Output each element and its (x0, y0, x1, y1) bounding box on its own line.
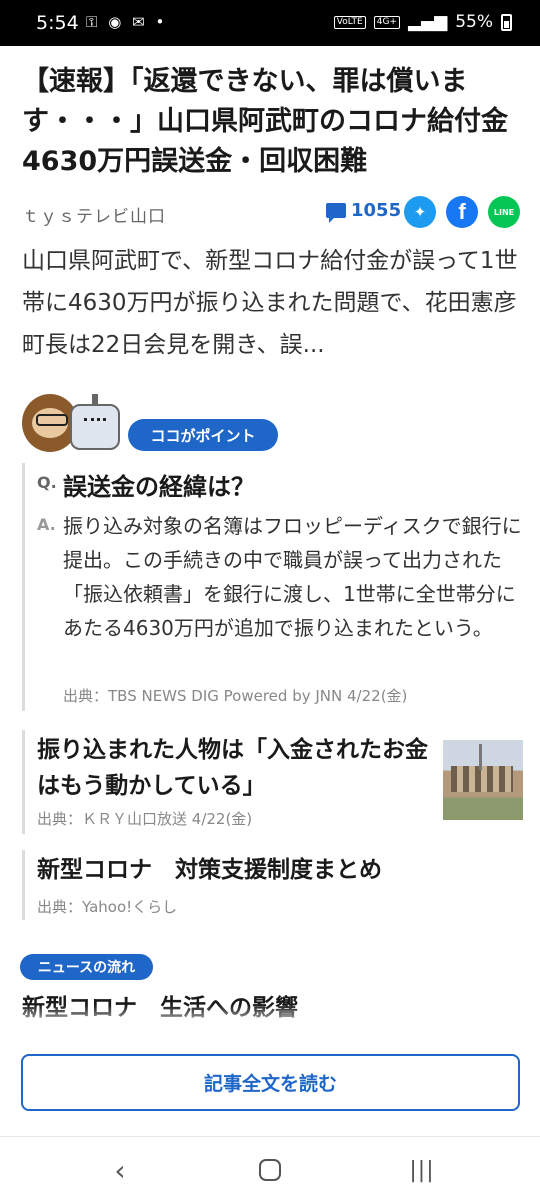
network-type: 4G+ (373, 15, 400, 29)
point-answer: 振り込み対象の名簿はフロッピーディスクで銀行に提出。この手続きの中で職員が誤って… (63, 514, 522, 640)
facebook-icon: f (458, 199, 466, 224)
volte-indicator: VoLTE (333, 15, 366, 29)
notification-icons: ⚿ ◉ ✉ • (86, 13, 167, 31)
article-meta: ｔｙｓテレビ山口 1055 ✦ f LINE (22, 196, 522, 228)
facebook-share-button[interactable]: f (446, 196, 478, 228)
status-time: 5:54 (36, 12, 79, 34)
related-source: 出典：Yahoo!くらし (37, 898, 178, 916)
related-title: 振り込まれた人物は「入金されたお金はもう動かしている」 (37, 737, 428, 799)
related-article-2[interactable]: 新型コロナ 対策支援制度まとめ 出典：Yahoo!くらし (22, 850, 522, 920)
point-source: 出典：TBS NEWS DIG Powered by JNN 4/22(金) (63, 687, 408, 705)
chrome-icon: ◉ (108, 13, 125, 31)
mascot-illustration (22, 390, 122, 456)
system-nav-bar: ‹ ||| (0, 1136, 540, 1200)
back-button[interactable]: ‹ (100, 1153, 140, 1187)
signal-icon: ▂▄▆ (407, 12, 448, 32)
home-button[interactable] (250, 1155, 290, 1185)
point-badge: ココがポイント (128, 419, 278, 451)
related-thumbnail (443, 740, 523, 820)
point-question: 誤送金の経緯は？ (63, 473, 255, 501)
comment-count: 1055 (351, 200, 402, 221)
vpn-key-icon: ⚿ (86, 13, 101, 31)
related-title: 新型コロナ 対策支援制度まとめ (37, 857, 382, 883)
robot-mascot-icon (70, 394, 120, 450)
dot-icon: • (155, 13, 168, 31)
recent-apps-icon: ||| (409, 1157, 435, 1183)
article-source[interactable]: ｔｙｓテレビ山口 (22, 202, 166, 227)
news-flow-badge: ニュースの流れ (20, 954, 153, 980)
content-fade (0, 1005, 540, 1031)
recent-apps-button[interactable]: ||| (402, 1155, 442, 1185)
related-article-1[interactable]: 振り込まれた人物は「入金されたお金はもう動かしている」 出典：ＫＲＹ山口放送 4… (22, 730, 523, 834)
back-icon: ‹ (114, 1153, 126, 1187)
line-share-button[interactable]: LINE (488, 196, 520, 228)
comment-button[interactable]: 1055 (326, 200, 402, 223)
question-mark-label: Q. (37, 473, 57, 492)
point-qa-block[interactable]: Q. 誤送金の経緯は？ A. 振り込み対象の名簿はフロッピーディスクで銀行に提出… (22, 463, 522, 711)
read-full-article-button[interactable]: 記事全文を読む (21, 1054, 520, 1111)
battery-icon (501, 13, 512, 31)
home-icon (259, 1159, 281, 1181)
comment-icon (326, 203, 346, 223)
mail-icon: ✉ (132, 13, 148, 31)
twitter-share-button[interactable]: ✦ (404, 196, 436, 228)
article-headline[interactable]: 【速報】「返還できない、罪は償います・・・」山口県阿武町のコロナ給付金4630万… (22, 62, 522, 182)
line-icon: LINE (493, 207, 515, 217)
related-source: 出典：ＫＲＹ山口放送 4/22(金) (37, 810, 253, 828)
battery-level: 55% (455, 12, 493, 32)
article-lead[interactable]: 山口県阿武町で、新型コロナ給付金が誤って1世帯に4630万円が振り込まれた問題で… (22, 240, 522, 366)
twitter-icon: ✦ (413, 203, 427, 221)
status-bar: 5:54 ⚿ ◉ ✉ • VoLTE 4G+ ▂▄▆ 55% (0, 0, 540, 46)
status-right: VoLTE 4G+ ▂▄▆ 55% (333, 12, 512, 32)
answer-mark-label: A. (37, 515, 56, 534)
